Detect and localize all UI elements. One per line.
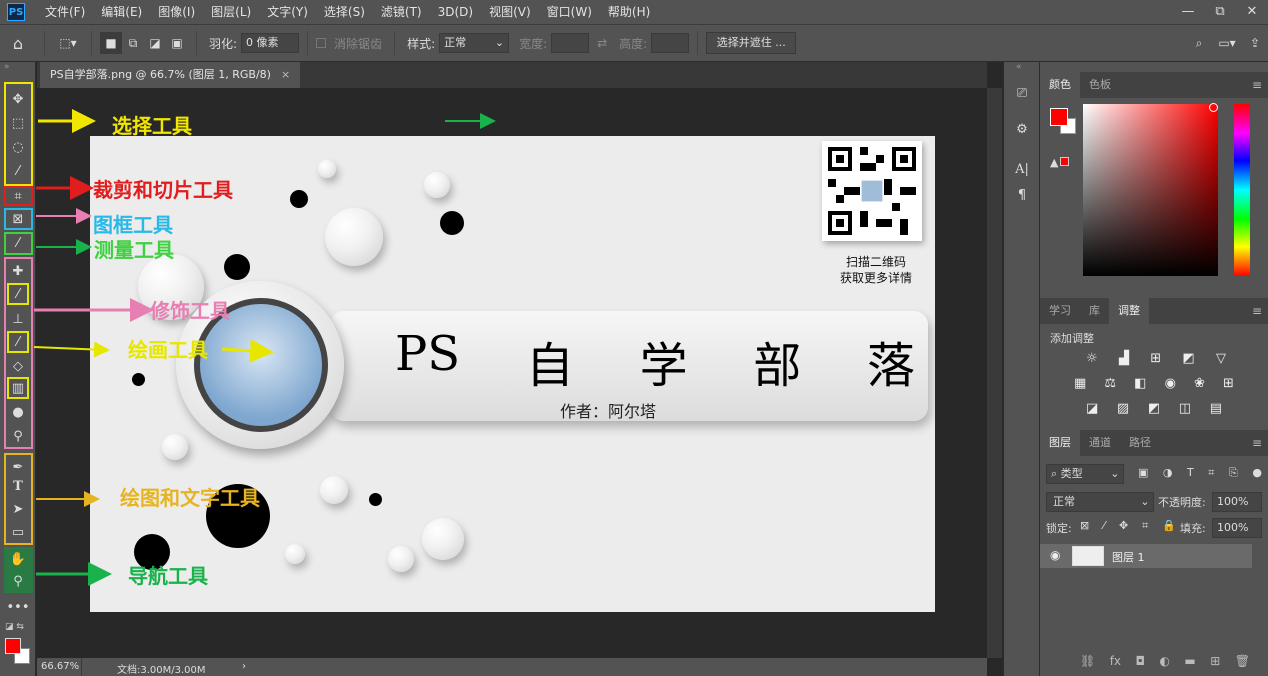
fill-value: 100% (1217, 521, 1249, 534)
collapse-icon[interactable]: « (1016, 62, 1022, 72)
lock-artboard-icon[interactable]: ⌗ (1142, 519, 1148, 533)
color-picker-handle[interactable] (1209, 103, 1218, 112)
fx-icon[interactable]: fx (1110, 654, 1121, 668)
paragraph-icon[interactable]: ¶ (1011, 184, 1033, 206)
chevron-down-icon: ⌄ (1110, 467, 1123, 480)
posterize-icon[interactable]: ▨ (1117, 401, 1129, 416)
panel-icon-strip: « ⎚ ⚙ A| ¶ (1003, 62, 1040, 676)
channel-mixer-icon[interactable]: ❀ (1194, 376, 1205, 391)
status-divider (81, 658, 82, 676)
fill-input[interactable]: 100% ⌄ (1212, 518, 1262, 552)
pixel-filter-icon[interactable]: ▣ (1138, 466, 1148, 480)
shape-filter-icon[interactable]: ⌗ (1208, 466, 1214, 480)
color-balance-icon[interactable]: ⚖ (1104, 376, 1116, 391)
lock-position-icon[interactable]: ✥ (1119, 519, 1128, 533)
annotation-retouch: 修饰工具 (150, 299, 230, 323)
blend-mode-select[interactable]: 正常 ⌄ (1046, 492, 1154, 512)
tab-color[interactable]: 颜色 (1040, 72, 1080, 98)
tab-adjustments[interactable]: 调整 (1109, 298, 1149, 324)
color-field[interactable] (1083, 104, 1218, 276)
properties-icon[interactable]: ⚙ (1011, 118, 1033, 140)
status-bar: 66.67% 文档:3.00M/3.00M › (37, 658, 987, 676)
hue-sat-icon[interactable]: ▦ (1074, 376, 1086, 391)
layer-row[interactable]: ◉ 图层 1 (1040, 544, 1252, 568)
panel-menu-icon[interactable]: ≡ (1252, 304, 1262, 318)
adjust-row-3: ◪ ▨ ◩ ◫ ▤ (1086, 401, 1222, 416)
group-icon[interactable]: ▬ (1184, 654, 1195, 668)
eye-icon[interactable]: ◉ (1050, 548, 1060, 562)
gradient-map-icon[interactable]: ▤ (1210, 401, 1222, 416)
exposure-icon[interactable]: ◩ (1182, 351, 1194, 366)
annotation-paint: 绘画工具 (128, 338, 208, 362)
brightness-icon[interactable]: ☼ (1086, 351, 1098, 366)
mask-icon[interactable]: ◘ (1136, 654, 1146, 668)
layer-filter-value: 类型 (1060, 467, 1083, 480)
tab-channels[interactable]: 通道 (1080, 430, 1120, 456)
layer-filter-select[interactable]: ⌕ 类型 ⌄ (1046, 464, 1124, 484)
adjust-row-1: ☼ ▟ ⊞ ◩ ▽ (1086, 351, 1226, 366)
blend-mode-value: 正常 (1053, 495, 1075, 508)
levels-icon[interactable]: ▟ (1119, 351, 1129, 366)
add-adjustment-label: 添加调整 (1050, 332, 1094, 345)
annotation-crop: 裁剪和切片工具 (93, 178, 233, 202)
smart-filter-icon[interactable]: ⎘ (1229, 466, 1238, 480)
link-icon[interactable]: ⛓ (1080, 654, 1095, 668)
lock-label: 锁定: (1046, 522, 1072, 535)
invert-icon[interactable]: ◪ (1086, 401, 1098, 416)
color-fg-swatch[interactable] (1050, 108, 1068, 126)
panel-menu-icon[interactable]: ≡ (1252, 78, 1262, 92)
threshold-icon[interactable]: ◩ (1148, 401, 1160, 416)
trash-icon[interactable]: 🗑 (1235, 654, 1250, 668)
lock-transparent-icon[interactable]: ⊠ (1080, 519, 1089, 533)
annotation-nav: 导航工具 (128, 564, 208, 588)
right-panels: 颜色 色板 ≡ ▲ 学习 库 调整 ≡ 添加调整 ☼ ▟ ⊞ ◩ ▽ ▦ ⚖ ◧ ◉ ❀ ⊞ ◪ ▨… (1040, 62, 1268, 676)
tab-paths[interactable]: 路径 (1120, 430, 1160, 456)
layer-filter-icons: ▣ ◑ T ⌗ ⎘ ● (1138, 466, 1262, 480)
tab-learn[interactable]: 学习 (1040, 298, 1080, 324)
adjust-panel-tabs: 学习 库 调整 ≡ (1040, 298, 1268, 324)
fill-label: 填充: (1180, 522, 1206, 535)
opacity-label: 不透明度: (1158, 496, 1206, 509)
lock-all-icon[interactable]: 🔒 (1162, 519, 1176, 533)
panel-menu-icon[interactable]: ≡ (1252, 436, 1262, 450)
arrow-paint-key (221, 338, 274, 363)
gamut-warning-icon[interactable]: ▲ (1050, 156, 1070, 169)
type-filter-icon[interactable]: T (1187, 466, 1194, 480)
chevron-down-icon: ⌄ (1140, 495, 1153, 508)
layers-panel-tabs: 图层 通道 路径 ≡ (1040, 430, 1268, 456)
vibrance-icon[interactable]: ▽ (1216, 351, 1226, 366)
chevron-right-icon[interactable]: › (242, 661, 246, 672)
tab-libraries[interactable]: 库 (1080, 298, 1109, 324)
photo-filter-icon[interactable]: ◉ (1165, 376, 1176, 391)
adjustment-layer-icon[interactable]: ◐ (1159, 654, 1169, 668)
zoom-level[interactable]: 66.67% (41, 661, 79, 672)
curves-icon[interactable]: ⊞ (1150, 351, 1161, 366)
color-lookup-icon[interactable]: ⊞ (1223, 376, 1234, 391)
annotation-draw-text: 绘图和文字工具 (120, 486, 260, 510)
opacity-input[interactable]: 100% ⌄ (1212, 492, 1262, 526)
layer-name[interactable]: 图层 1 (1112, 549, 1145, 565)
history-icon[interactable]: ⎚ (1011, 82, 1033, 104)
doc-info: 文档:3.00M/3.00M (117, 665, 206, 676)
color-panel-tabs: 颜色 色板 ≡ (1040, 72, 1268, 98)
layers-footer: ⛓ fx ◘ ◐ ▬ ⊞ 🗑 (1080, 654, 1250, 668)
tab-swatches[interactable]: 色板 (1080, 72, 1120, 98)
lock-pixels-icon[interactable]: ⁄ (1103, 519, 1105, 533)
annotation-select: 选择工具 (112, 114, 192, 138)
tab-layers[interactable]: 图层 (1040, 430, 1080, 456)
arrow-paint (33, 341, 110, 358)
selective-color-icon[interactable]: ◫ (1179, 401, 1191, 416)
adjust-filter-icon[interactable]: ◑ (1163, 466, 1173, 480)
adjust-row-2: ▦ ⚖ ◧ ◉ ❀ ⊞ (1074, 376, 1234, 391)
character-icon[interactable]: A| (1011, 158, 1033, 180)
hue-slider[interactable] (1234, 104, 1250, 276)
opacity-value: 100% (1217, 495, 1249, 508)
layer-thumbnail (1072, 546, 1104, 566)
lock-icons: ⊠ ⁄ ✥ ⌗ 🔒 (1080, 519, 1176, 533)
filter-toggle-icon[interactable]: ● (1252, 466, 1262, 480)
new-layer-icon[interactable]: ⊞ (1210, 654, 1220, 668)
bw-icon[interactable]: ◧ (1134, 376, 1146, 391)
search-icon: ⌕ (1051, 467, 1061, 480)
annotation-measure: 测量工具 (94, 238, 174, 262)
